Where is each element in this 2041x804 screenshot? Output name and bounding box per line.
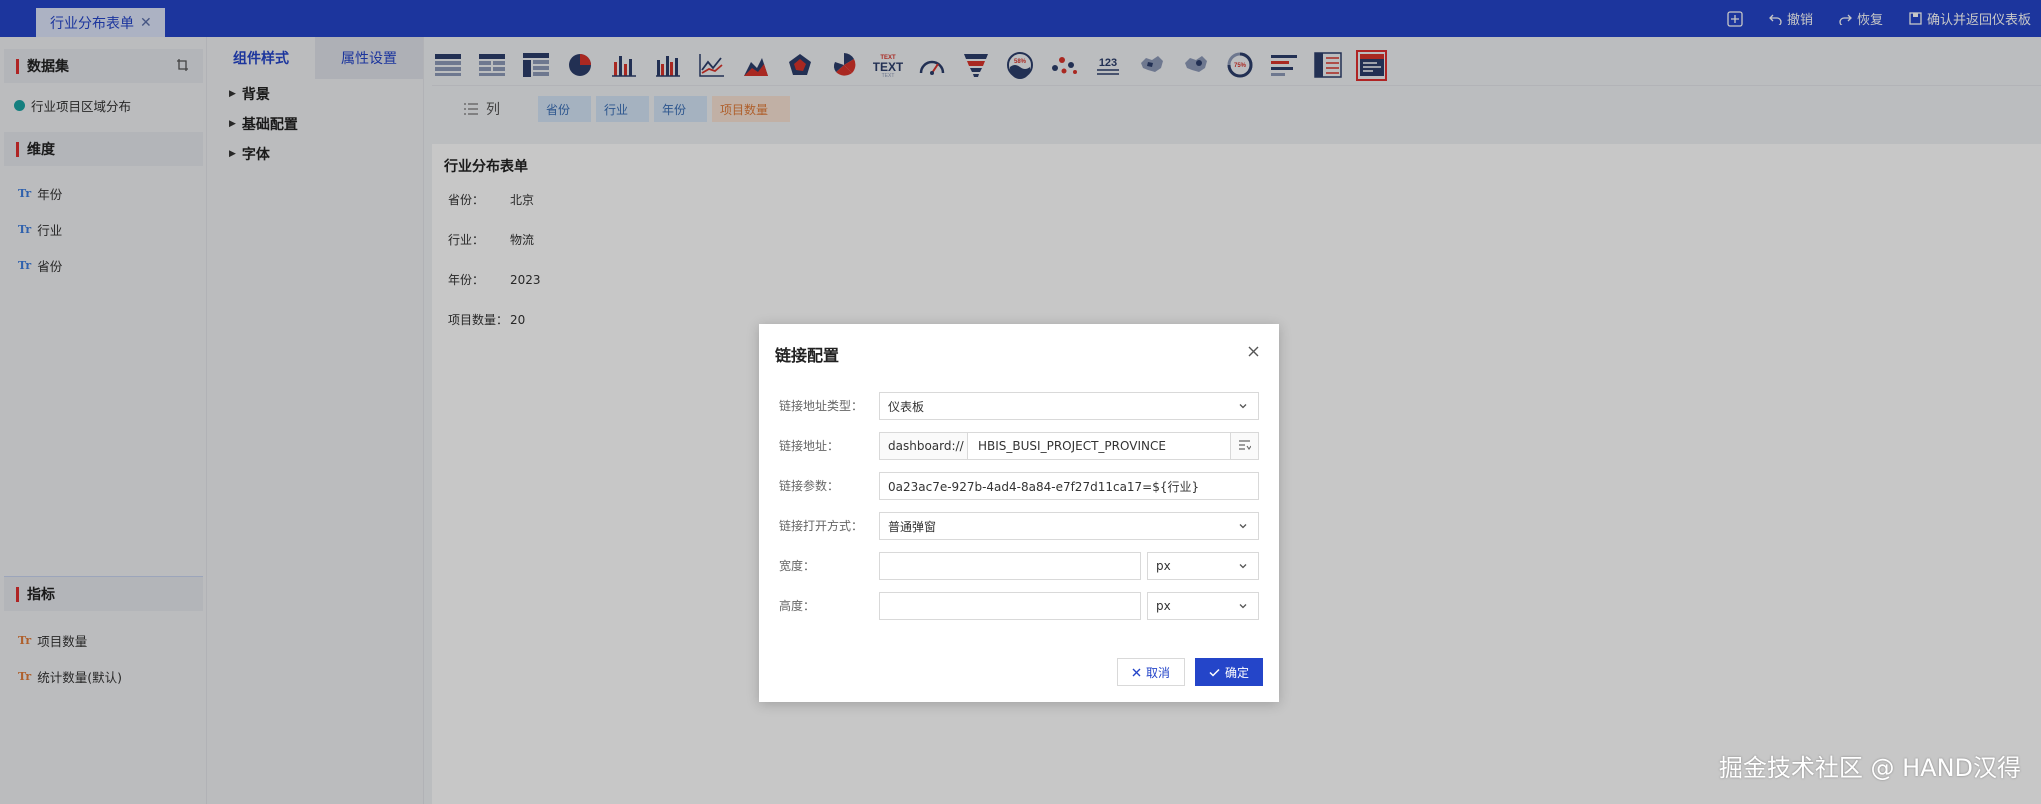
link-address-input[interactable]: HBIS_BUSI_PROJECT_PROVINCE [967,432,1231,460]
cancel-label: 取消 [1145,665,1170,680]
open-mode-select[interactable]: 普通弹窗 [879,512,1259,540]
chevron-down-icon [1239,524,1247,529]
width-row: 宽度： px [779,552,1259,580]
link-address-prefix: dashboard:// [879,432,968,460]
open-mode-label: 链接打开方式： [779,519,864,533]
link-param-value: 0a23ac7e-927b-4ad4-8a84-e7f27d11ca17=${行… [888,479,1200,494]
select-dashboard-button[interactable] [1230,432,1259,460]
link-type-label: 链接地址类型： [779,399,864,413]
link-type-select[interactable]: 仪表板 [879,392,1259,420]
open-mode-value: 普通弹窗 [888,519,937,534]
height-input[interactable] [879,592,1141,620]
width-unit-select[interactable]: px [1147,552,1259,580]
chevron-down-icon [1239,564,1247,569]
width-label: 宽度： [779,559,816,573]
link-type-value: 仪表板 [888,399,925,414]
link-type-row: 链接地址类型： 仪表板 [779,392,1259,420]
chevron-down-icon [1239,604,1247,609]
link-param-label: 链接参数： [779,479,840,493]
open-mode-row: 链接打开方式： 普通弹窗 [779,512,1259,540]
dialog-title: 链接配置 [775,346,840,365]
close-icon [1132,668,1141,676]
chevron-down-icon [1239,404,1247,409]
height-unit-select[interactable]: px [1147,592,1259,620]
link-address-label: 链接地址： [779,439,840,453]
confirm-button[interactable]: 确定 [1195,658,1263,686]
link-address-value: HBIS_BUSI_PROJECT_PROVINCE [978,439,1166,453]
link-address-row: 链接地址： dashboard:// HBIS_BUSI_PROJECT_PRO… [779,432,1259,460]
width-input[interactable] [879,552,1141,580]
link-param-row: 链接参数： 0a23ac7e-927b-4ad4-8a84-e7f27d11ca… [779,472,1259,500]
height-label: 高度： [779,599,816,613]
check-icon [1209,668,1220,677]
link-param-input[interactable]: 0a23ac7e-927b-4ad4-8a84-e7f27d11ca17=${行… [879,472,1259,500]
width-unit-value: px [1156,559,1171,573]
height-row: 高度： px [779,592,1259,620]
close-icon[interactable] [1248,346,1259,357]
watermark: 掘金技术社区 @ HAND汉得 [1718,754,2021,782]
height-unit-value: px [1156,599,1171,613]
confirm-label: 确定 [1224,665,1249,680]
link-config-dialog: 链接配置 链接地址类型： 仪表板 链接地址： dashboard:// HBIS… [759,324,1279,702]
cancel-button[interactable]: 取消 [1117,658,1185,686]
list-select-icon [1239,440,1251,450]
